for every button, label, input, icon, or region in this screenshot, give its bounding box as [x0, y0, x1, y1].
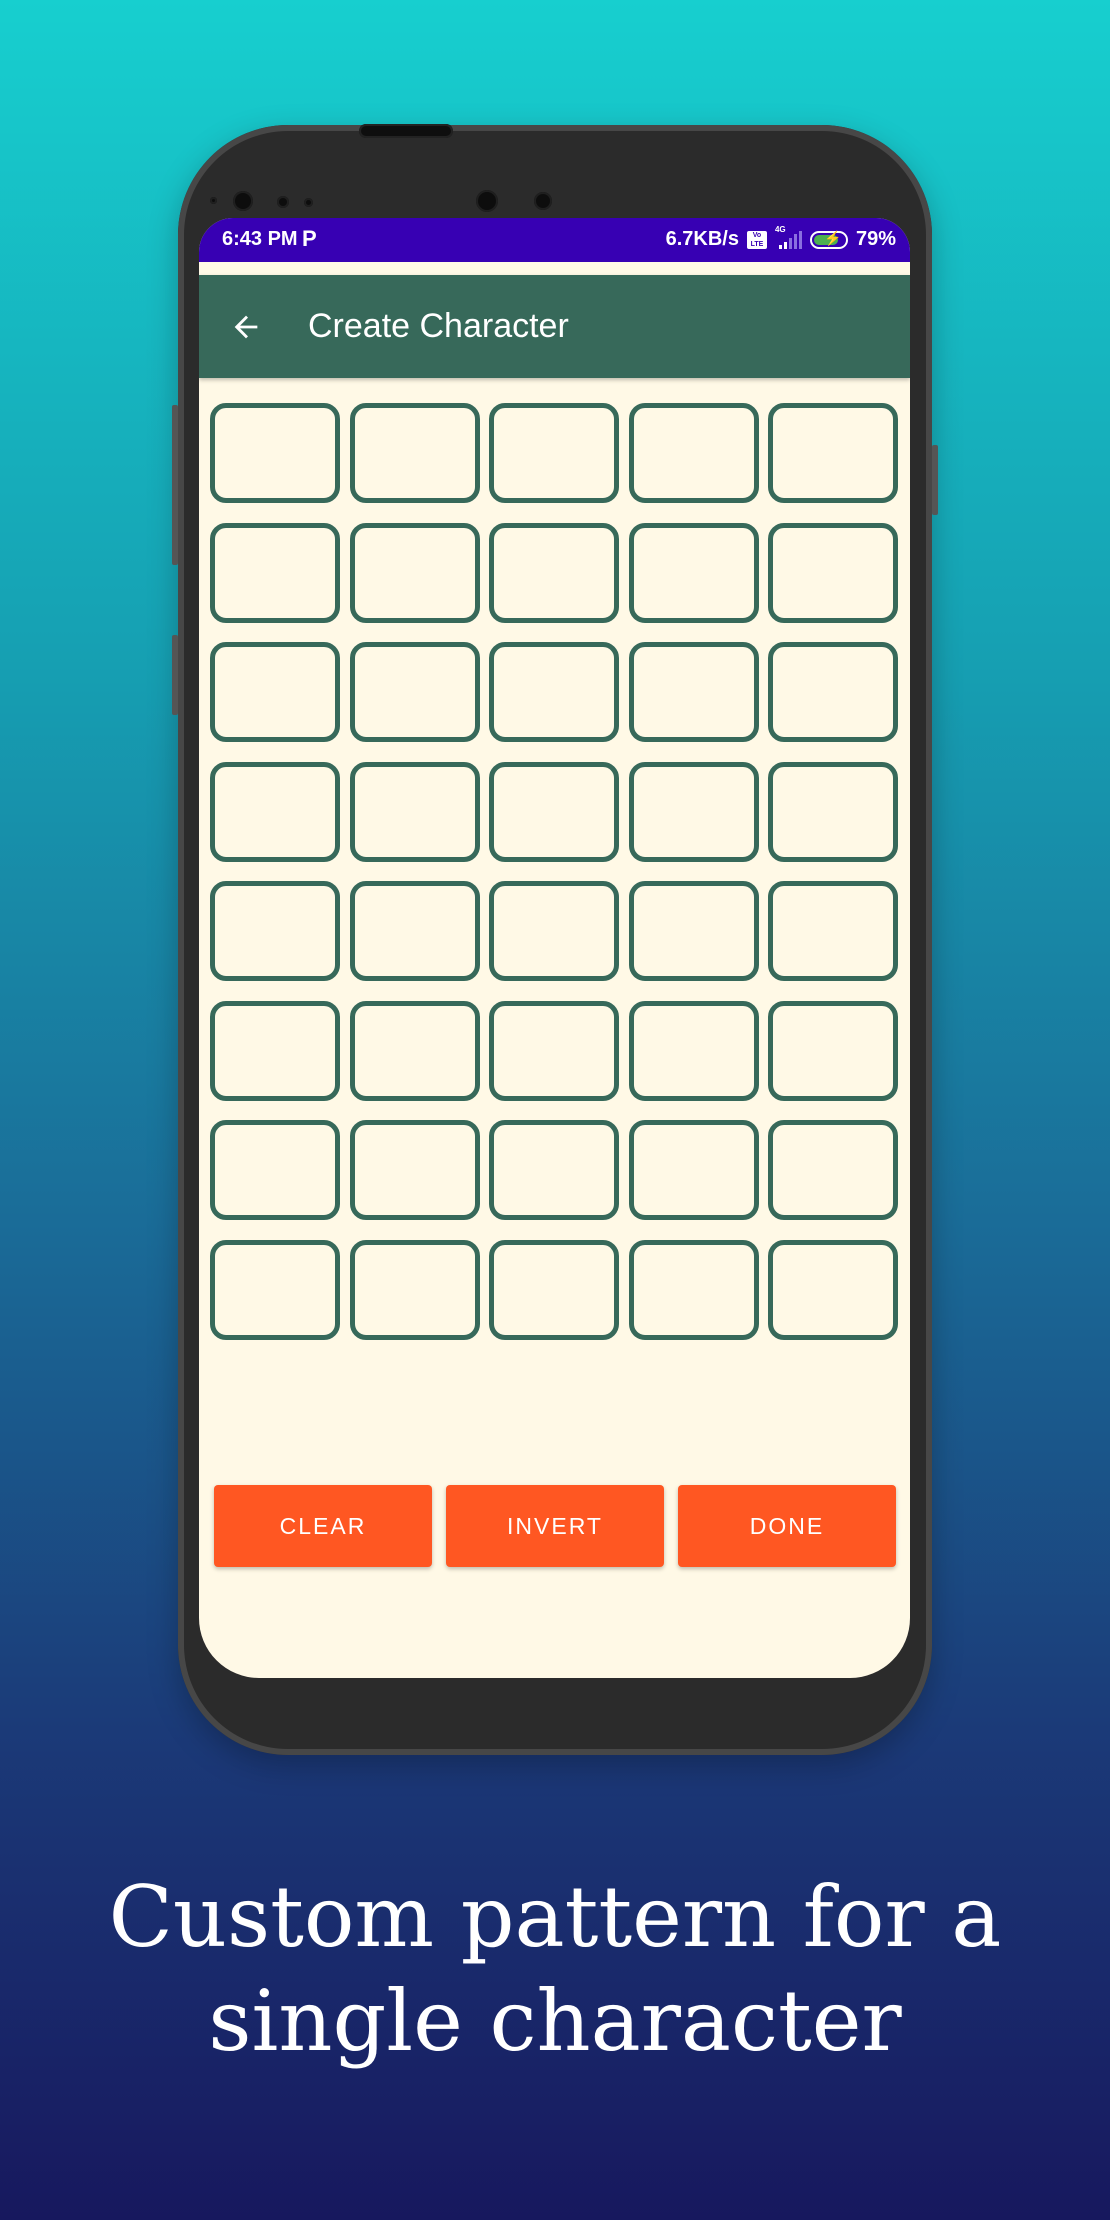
grid-cell[interactable] — [489, 642, 619, 742]
network-speed: 6.7KB/s — [665, 228, 739, 250]
status-time: 6:43 PM — [222, 228, 298, 250]
grid-cell[interactable] — [628, 522, 759, 623]
grid-cell[interactable] — [628, 1000, 759, 1101]
grid-cell[interactable] — [349, 1239, 480, 1340]
grid-cell[interactable] — [768, 1239, 898, 1340]
power-button — [932, 445, 938, 515]
grid-cell[interactable] — [628, 642, 759, 742]
grid-cell[interactable] — [210, 1000, 340, 1101]
volte-icon: Vo LTE — [746, 230, 767, 249]
app-bar: Create Character — [199, 275, 910, 378]
grid-cell[interactable] — [349, 403, 480, 503]
grid-cell[interactable] — [628, 403, 759, 503]
battery-icon: ⚡ — [809, 230, 848, 249]
grid-cell[interactable] — [210, 881, 340, 981]
grid-cell[interactable] — [768, 642, 898, 742]
phone-frame: 6:43 PM P 6.7KB/s Vo LTE 4G ⚡ 79% Create … — [172, 124, 938, 1755]
grid-cell[interactable] — [768, 761, 898, 862]
screen: 6:43 PM P 6.7KB/s Vo LTE 4G ⚡ 79% Create … — [199, 218, 910, 1678]
signal-icon: 4G — [775, 225, 802, 249]
done-button[interactable]: DONE — [678, 1485, 896, 1567]
camera-icon — [476, 190, 498, 212]
grid-cell[interactable] — [210, 403, 340, 503]
grid-cell[interactable] — [489, 403, 619, 503]
invert-button[interactable]: INVERT — [446, 1485, 664, 1567]
p-icon: P — [302, 226, 317, 251]
grid-cell[interactable] — [628, 881, 759, 981]
divider — [199, 262, 910, 275]
grid-cell[interactable] — [349, 1120, 480, 1220]
side-button-left — [172, 635, 178, 715]
grid-cell[interactable] — [489, 1239, 619, 1340]
top-bezel — [178, 124, 932, 218]
grid-cell[interactable] — [210, 642, 340, 742]
grid-cell[interactable] — [768, 403, 898, 503]
grid-cell[interactable] — [210, 1239, 340, 1340]
grid-cell[interactable] — [210, 761, 340, 862]
grid-cell[interactable] — [210, 1120, 340, 1220]
arrow-left-icon[interactable] — [229, 310, 263, 344]
clear-button[interactable]: CLEAR — [214, 1485, 432, 1567]
grid-cell[interactable] — [489, 881, 619, 981]
grid-cell[interactable] — [768, 1000, 898, 1101]
grid-cell[interactable] — [349, 761, 480, 862]
page-title: Create Character — [308, 307, 569, 345]
status-bar: 6:43 PM P 6.7KB/s Vo LTE 4G ⚡ 79% — [199, 218, 910, 262]
volume-button — [172, 405, 178, 565]
camera-icon — [534, 192, 552, 210]
earpiece-speaker — [359, 124, 453, 138]
grid-cell[interactable] — [628, 1120, 759, 1220]
caption: Custom pattern for a single character — [0, 1865, 1110, 2073]
sensor-icon — [277, 196, 289, 208]
grid-cell[interactable] — [349, 522, 480, 623]
grid-cell[interactable] — [628, 761, 759, 862]
grid-cell[interactable] — [768, 522, 898, 623]
grid-cell[interactable] — [349, 642, 480, 742]
caption-line-2: single character — [208, 1972, 902, 2070]
grid-cell[interactable] — [768, 1120, 898, 1220]
grid-cell[interactable] — [489, 761, 619, 862]
grid-cell[interactable] — [349, 1000, 480, 1101]
caption-line-1: Custom pattern for a — [108, 1868, 1002, 1966]
network-type: 4G — [774, 224, 786, 234]
grid-cell[interactable] — [628, 1239, 759, 1340]
sensor-icon — [304, 198, 313, 207]
front-camera-icon — [233, 191, 253, 211]
battery-percent: 79% — [855, 228, 896, 250]
grid-cell[interactable] — [489, 1120, 619, 1220]
grid-cell[interactable] — [210, 522, 340, 623]
grid-cell[interactable] — [349, 881, 480, 981]
grid-cell[interactable] — [768, 881, 898, 981]
sensor-icon — [210, 197, 217, 204]
grid-cell[interactable] — [489, 1000, 619, 1101]
grid-cell[interactable] — [489, 522, 619, 623]
